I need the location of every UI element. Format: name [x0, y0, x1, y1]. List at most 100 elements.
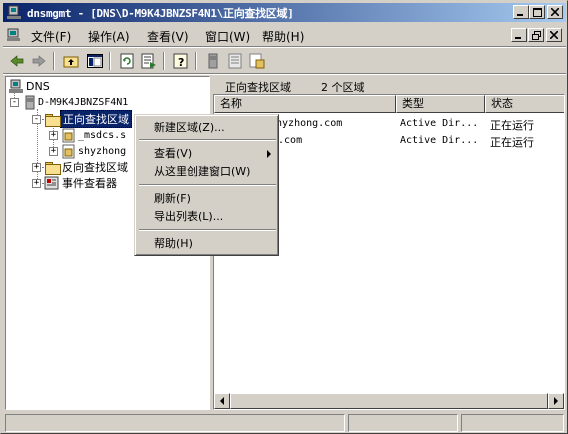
dns-root-icon [9, 79, 23, 93]
expand-reverse-zones-toggle[interactable]: + [32, 163, 41, 172]
help-button[interactable]: ? [171, 51, 191, 71]
server-icon [208, 53, 218, 69]
column-header-status[interactable]: 状态 [485, 95, 564, 113]
forward-arrow-icon [32, 55, 46, 67]
scroll-thumb[interactable] [230, 393, 548, 409]
event-viewer-icon [44, 176, 59, 189]
ctx-new-zone[interactable]: 新建区域(Z)... [138, 119, 277, 136]
toolbar-separator [195, 52, 197, 70]
help-icon: ? [173, 53, 188, 69]
expand-msdcs-toggle[interactable]: + [49, 131, 58, 140]
menu-divider [139, 229, 276, 231]
ctx-export-list[interactable]: 导出列表(L)... [138, 208, 277, 225]
toolbar-separator [163, 52, 165, 70]
menu-divider [139, 184, 276, 186]
menu-view[interactable]: 查看(V) [147, 28, 189, 45]
zone-button[interactable] [247, 51, 267, 71]
ctx-view[interactable]: 查看(V) [138, 145, 277, 162]
collapse-forward-zones-toggle[interactable]: - [32, 115, 41, 124]
scroll-right-button[interactable] [548, 393, 564, 409]
child-minimize-button[interactable] [511, 28, 527, 42]
expand-shyzhong-toggle[interactable]: + [49, 147, 58, 156]
dns-app-icon [7, 5, 21, 19]
close-button[interactable] [547, 5, 563, 19]
zone-document-icon [249, 53, 265, 69]
tree-label-reverse-zones: 反向查找区域 [62, 161, 128, 174]
status-cell-2 [348, 414, 458, 432]
menu-bar: 文件(F) 操作(A) 查看(V) 窗口(W) 帮助(H) [3, 25, 566, 45]
results-header-title: 正向查找区域 [225, 81, 291, 94]
ctx-help[interactable]: 帮助(H) [138, 235, 277, 252]
toolbar-separator-line [3, 73, 566, 75]
horizontal-scrollbar[interactable] [214, 393, 564, 409]
export-list-icon [141, 53, 156, 69]
tree-node-reverse-zones[interactable]: 反向查找区域 [44, 159, 130, 175]
status-bar [3, 413, 566, 432]
tree-node-server[interactable]: D-M9K4JBNZSF4N1 [24, 94, 130, 110]
menu-window[interactable]: 窗口(W) [205, 28, 250, 45]
zone-icon [62, 144, 75, 158]
menu-help[interactable]: 帮助(H) [262, 28, 304, 45]
console-tree-icon [87, 54, 103, 68]
restore-icon [531, 30, 541, 40]
refresh-icon [120, 53, 134, 69]
submenu-arrow-icon [267, 150, 271, 158]
back-arrow-icon [10, 55, 24, 67]
tree-label-server: D-M9K4JBNZSF4N1 [38, 96, 129, 108]
tree-node-zone-shyzhong[interactable]: shyzhong [62, 143, 128, 159]
svg-text:?: ? [178, 56, 184, 69]
menu-action[interactable]: 操作(A) [88, 28, 130, 45]
row-status: 正在运行 [490, 119, 534, 132]
maximize-button[interactable] [529, 5, 545, 19]
server-icon [25, 95, 35, 109]
context-menu: 新建区域(Z)... 查看(V) 从这里创建窗口(W) 刷新(F) 导出列表(L… [134, 114, 279, 256]
minimize-button[interactable] [513, 5, 529, 19]
column-header-name[interactable]: 名称 [214, 95, 396, 113]
up-one-level-button[interactable] [61, 51, 81, 71]
tree-node-forward-zones[interactable]: 正向查找区域 [44, 110, 132, 128]
close-icon [551, 8, 559, 16]
row-type: Active Dir... [400, 135, 479, 146]
scroll-left-arrow-icon [220, 397, 224, 405]
tree-node-event-viewer[interactable]: 事件查看器 [44, 175, 119, 191]
child-close-button[interactable] [546, 28, 562, 42]
row-name: shyzhong.com [270, 118, 343, 129]
ctx-view-label: 查看(V) [154, 147, 193, 160]
status-cell-3 [461, 414, 564, 432]
scroll-left-button[interactable] [214, 393, 230, 409]
tree-label-zone-msdcs: _msdcs.s [78, 129, 127, 141]
folder-up-icon [63, 56, 79, 68]
console-icon[interactable] [6, 27, 22, 43]
collapse-server-toggle[interactable]: - [10, 98, 19, 107]
tree-label-forward-zones: 正向查找区域 [60, 110, 132, 128]
ctx-refresh[interactable]: 刷新(F) [138, 190, 277, 207]
refresh-button[interactable] [117, 51, 137, 71]
zone-icon [62, 128, 75, 142]
server-properties-button[interactable] [203, 51, 223, 71]
folder-open-icon [44, 113, 61, 127]
status-cell-main [5, 414, 345, 432]
tree-node-zone-msdcs[interactable]: _msdcs.s [62, 127, 128, 143]
row-type: Active Dir... [400, 118, 479, 129]
toolbar-separator [109, 52, 111, 70]
menu-divider [139, 139, 276, 141]
export-list-button[interactable] [139, 51, 159, 71]
title-bar[interactable]: dnsmgmt - [DNS\D-M9K4JBNZSF4N1\正向查找区域] [3, 3, 566, 22]
tree-node-dns[interactable]: DNS [8, 78, 52, 94]
back-button[interactable] [7, 51, 27, 71]
toolbar: ? [3, 49, 566, 73]
results-header-count: 2 个区域 [321, 81, 365, 94]
minimize-icon [517, 13, 523, 16]
show-hide-tree-button[interactable] [85, 51, 105, 71]
scroll-right-arrow-icon [554, 397, 558, 405]
tree-label-dns: DNS [26, 79, 50, 93]
menu-file[interactable]: 文件(F) [31, 28, 71, 45]
folder-icon [44, 161, 61, 175]
child-restore-button[interactable] [528, 28, 544, 42]
ctx-new-window[interactable]: 从这里创建窗口(W) [138, 163, 277, 180]
list-view-button[interactable] [225, 51, 245, 71]
column-header-type[interactable]: 类型 [396, 95, 485, 113]
tree-label-zone-shyzhong: shyzhong [78, 145, 127, 157]
forward-button[interactable] [29, 51, 49, 71]
expand-event-viewer-toggle[interactable]: + [32, 179, 41, 188]
